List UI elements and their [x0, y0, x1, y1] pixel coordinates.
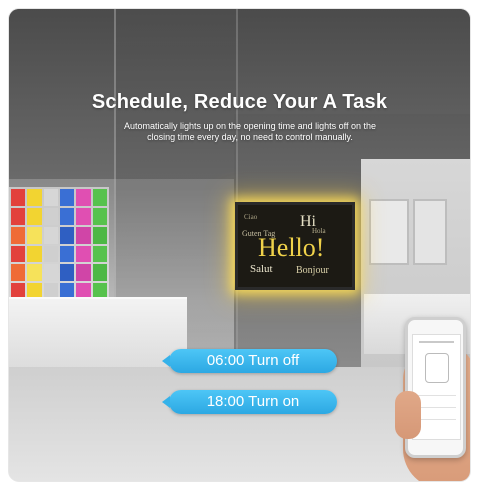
subtext: Automatically lights up on the opening t…: [124, 121, 376, 142]
divider: [417, 395, 456, 396]
door: [369, 199, 409, 265]
phone-in-hand: [395, 309, 470, 481]
tv-screen: Ciao Hi Hola Guten Tag Hello! Salut Bonj…: [235, 202, 355, 290]
tv-word: Bonjour: [296, 265, 329, 276]
color-shelf: [9, 187, 109, 302]
tv-word: Salut: [250, 263, 273, 275]
tv-word: Hello!: [258, 233, 325, 262]
schedule-off-bubble: 06:00 Turn off: [162, 349, 337, 373]
product-image: Ciao Hi Hola Guten Tag Hello! Salut Bonj…: [9, 9, 470, 481]
time-picker: [425, 353, 449, 383]
app-header: [419, 341, 454, 343]
counter: [9, 297, 187, 369]
door: [413, 199, 447, 265]
headline: Schedule, Reduce Your A Task: [91, 91, 388, 113]
divider: [417, 407, 456, 408]
tv-word: Ciao: [244, 213, 258, 221]
thumb: [395, 391, 421, 439]
divider: [417, 419, 456, 420]
schedule-on-bubble: 18:00 Turn on: [162, 390, 337, 414]
